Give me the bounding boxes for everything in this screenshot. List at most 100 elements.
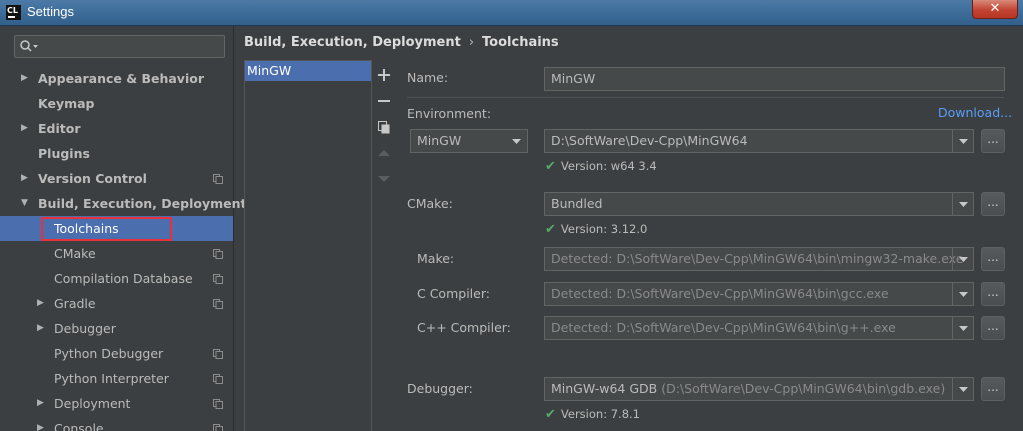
sidebar-item-plugins[interactable]: Plugins	[0, 141, 233, 166]
sidebar-item-console[interactable]: ▶ Console	[0, 416, 233, 431]
title-bar: CL Settings ✕	[0, 0, 1023, 26]
settings-sidebar: ▶ Appearance & Behavior Keymap ▶ Editor Plugi…	[0, 26, 246, 431]
sidebar-item-toolchains[interactable]: Toolchains	[0, 216, 233, 241]
project-settings-icon	[213, 299, 223, 309]
sidebar-item-label: Build, Execution, Deployment	[38, 196, 247, 211]
toolchain-item-mingw[interactable]: MinGW	[245, 61, 371, 81]
chevron-down-icon	[952, 283, 973, 305]
sidebar-item-python-interpreter[interactable]: Python Interpreter	[0, 366, 233, 391]
expand-right-icon[interactable]: ▶	[21, 116, 28, 141]
cmake-browse-button[interactable]: ...	[981, 192, 1005, 216]
project-settings-icon	[213, 249, 223, 259]
project-settings-icon	[213, 399, 223, 409]
sidebar-item-deployment[interactable]: ▶ Deployment	[0, 391, 233, 416]
remove-toolchain-button[interactable]	[374, 88, 394, 114]
cpp-compiler-select[interactable]: Detected: D:\SoftWare\Dev-Cpp\MinGW64\bi…	[544, 316, 974, 340]
sidebar-item-label: CMake	[54, 246, 96, 261]
check-icon: ✔	[545, 407, 556, 422]
c-compiler-label: C Compiler:	[417, 286, 490, 301]
expand-right-icon[interactable]: ▶	[37, 291, 44, 316]
toolchain-list: MinGW	[244, 60, 372, 431]
cmake-select[interactable]: Bundled	[544, 192, 974, 216]
sidebar-item-gradle[interactable]: ▶ Gradle	[0, 291, 233, 316]
debugger-browse-button[interactable]: ...	[981, 377, 1005, 401]
selection-highlight-box	[41, 217, 172, 241]
arrow-up-icon	[378, 150, 390, 156]
cpp-compiler-value: Detected: D:\SoftWare\Dev-Cpp\MinGW64\bi…	[551, 320, 896, 335]
expand-right-icon[interactable]: ▶	[37, 416, 44, 431]
c-compiler-select[interactable]: Detected: D:\SoftWare\Dev-Cpp\MinGW64\bi…	[544, 282, 974, 306]
sidebar-item-keymap[interactable]: Keymap	[0, 91, 233, 116]
move-up-button[interactable]	[374, 140, 394, 166]
make-value: Detected: D:\SoftWare\Dev-Cpp\MinGW64\bi…	[551, 251, 964, 266]
sidebar-item-build-execution-deployment[interactable]: ▼ Build, Execution, Deployment	[0, 191, 246, 216]
plus-icon	[378, 69, 390, 81]
project-settings-icon	[213, 424, 223, 431]
c-compiler-browse-button[interactable]: ...	[981, 282, 1005, 306]
settings-search-input[interactable]	[14, 35, 225, 58]
cmake-version: ✔ Version: 3.12.0	[545, 222, 647, 237]
breadcrumb-separator: ›	[468, 35, 475, 50]
name-field[interactable]: MinGW	[544, 67, 1005, 91]
debugger-value: MinGW-w64 GDB	[551, 381, 658, 396]
c-compiler-value: Detected: D:\SoftWare\Dev-Cpp\MinGW64\bi…	[551, 286, 889, 301]
debugger-version: ✔ Version: 7.8.1	[545, 407, 640, 422]
environment-type-select[interactable]: MinGW	[410, 129, 528, 153]
name-label: Name:	[407, 70, 449, 85]
sidebar-item-cmake[interactable]: CMake	[0, 241, 233, 266]
expand-down-icon[interactable]: ▼	[21, 191, 28, 216]
sidebar-item-version-control[interactable]: ▶ Version Control	[0, 166, 233, 191]
environment-path-select[interactable]: D:\SoftWare\Dev-Cpp\MinGW64	[544, 129, 974, 153]
sidebar-item-label: Compilation Database	[54, 271, 193, 286]
divider	[407, 97, 1004, 98]
chevron-down-icon	[952, 317, 973, 339]
search-icon	[20, 40, 38, 52]
sidebar-item-compilation-database[interactable]: Compilation Database	[0, 266, 233, 291]
expand-right-icon[interactable]: ▶	[21, 66, 28, 91]
move-down-button[interactable]	[374, 166, 394, 192]
environment-browse-button[interactable]: ...	[981, 129, 1005, 153]
sidebar-item-label: Plugins	[38, 146, 90, 161]
sidebar-item-label: Console	[54, 421, 104, 431]
debugger-select[interactable]: MinGW-w64 GDB (D:\SoftWare\Dev-Cpp\MinGW…	[544, 377, 974, 401]
settings-tree: ▶ Appearance & Behavior Keymap ▶ Editor Plugi…	[0, 66, 246, 431]
environment-label: Environment:	[407, 106, 492, 121]
breadcrumb-current: Toolchains	[482, 35, 559, 50]
sidebar-item-label: Deployment	[54, 396, 131, 411]
check-icon: ✔	[545, 222, 556, 237]
environment-path-value: D:\SoftWare\Dev-Cpp\MinGW64	[551, 133, 748, 148]
sidebar-item-label: Keymap	[38, 96, 95, 111]
environment-type-value: MinGW	[417, 133, 462, 148]
cpp-compiler-label: C++ Compiler:	[417, 320, 511, 335]
sidebar-item-label: Gradle	[54, 296, 96, 311]
chevron-down-icon	[952, 130, 973, 152]
expand-right-icon[interactable]: ▶	[37, 391, 44, 416]
breadcrumb-parent[interactable]: Build, Execution, Deployment	[244, 35, 461, 50]
sidebar-item-editor[interactable]: ▶ Editor	[0, 116, 233, 141]
close-button[interactable]: ✕	[972, 0, 1018, 19]
sidebar-item-debugger[interactable]: ▶ Debugger	[0, 316, 233, 341]
chevron-down-icon	[506, 130, 527, 152]
make-select[interactable]: Detected: D:\SoftWare\Dev-Cpp\MinGW64\bi…	[544, 247, 974, 271]
make-label: Make:	[417, 251, 455, 266]
copy-toolchain-button[interactable]	[374, 114, 394, 140]
project-settings-icon	[213, 374, 223, 384]
expand-right-icon[interactable]: ▶	[37, 316, 44, 341]
sidebar-item-label: Python Debugger	[54, 346, 164, 361]
expand-right-icon[interactable]: ▶	[21, 166, 28, 191]
toolchain-toolbar	[374, 62, 394, 192]
check-icon: ✔	[545, 159, 556, 174]
clion-app-icon: CL	[6, 5, 21, 20]
minus-icon	[378, 100, 390, 102]
add-toolchain-button[interactable]	[374, 62, 394, 88]
copy-icon	[377, 120, 389, 133]
sidebar-item-appearance-behavior[interactable]: ▶ Appearance & Behavior	[0, 66, 233, 91]
project-settings-icon	[213, 274, 223, 284]
sidebar-item-label: Debugger	[54, 321, 116, 336]
sidebar-item-label: Version Control	[38, 171, 147, 186]
debugger-version-text: Version: 7.8.1	[560, 407, 640, 421]
download-link[interactable]: Download...	[938, 105, 1012, 120]
sidebar-item-python-debugger[interactable]: Python Debugger	[0, 341, 233, 366]
cpp-compiler-browse-button[interactable]: ...	[981, 316, 1005, 340]
make-browse-button[interactable]: ...	[981, 247, 1005, 271]
